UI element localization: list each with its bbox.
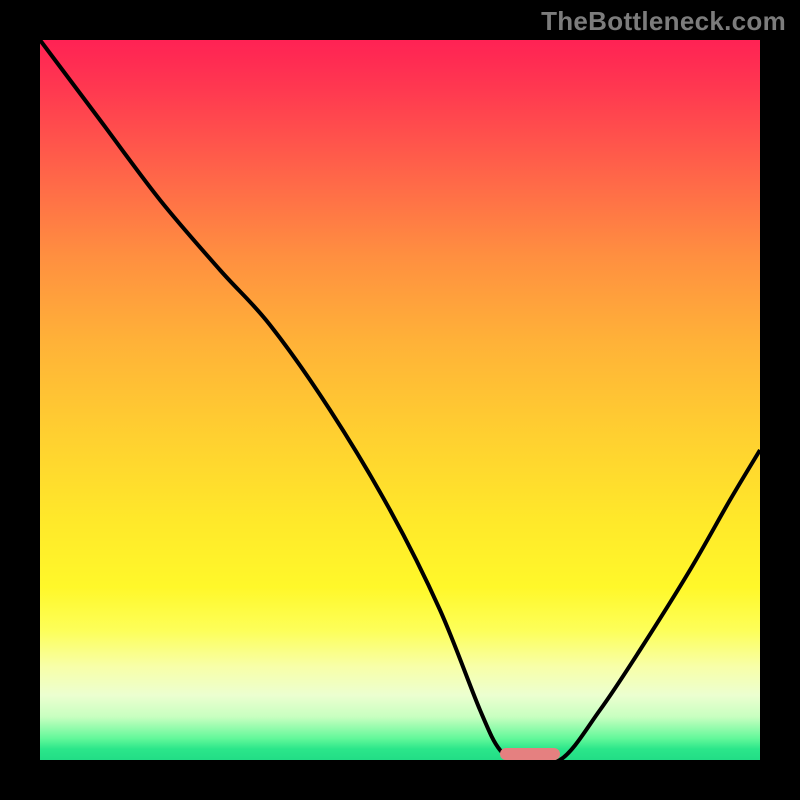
chart-curve-svg <box>40 40 760 760</box>
frame-right <box>760 0 800 800</box>
bottleneck-curve-path <box>40 40 760 760</box>
frame-left <box>0 0 40 800</box>
optimal-marker <box>500 748 560 760</box>
frame-bottom <box>0 760 800 800</box>
watermark-label: TheBottleneck.com <box>541 6 786 37</box>
bottleneck-chart: TheBottleneck.com <box>0 0 800 800</box>
